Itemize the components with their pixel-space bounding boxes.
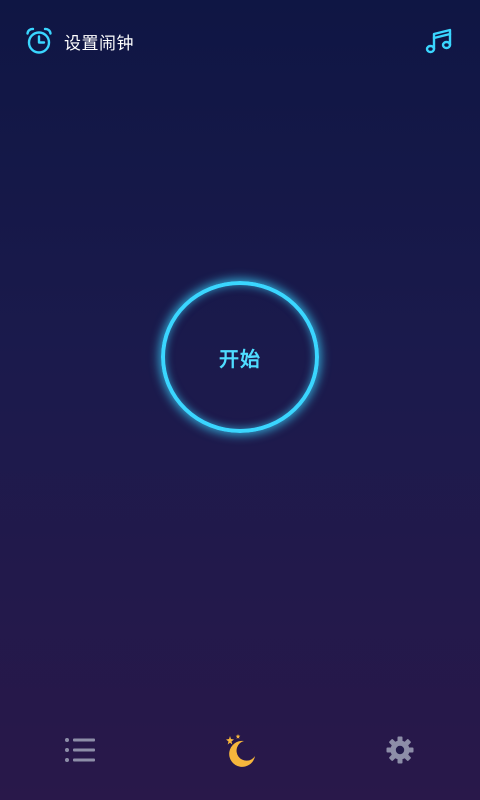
top-bar: 设置闹钟 [0, 0, 480, 80]
set-alarm-label: 设置闹钟 [64, 33, 134, 54]
set-alarm-button[interactable]: 设置闹钟 [24, 26, 134, 56]
gear-icon [385, 735, 415, 769]
nav-list-button[interactable] [60, 732, 100, 772]
start-button-wrapper: 开始 [161, 281, 319, 433]
alarm-clock-icon [24, 26, 54, 56]
start-label: 开始 [219, 346, 261, 371]
nav-sleep-button[interactable] [220, 732, 260, 772]
list-icon [64, 737, 96, 767]
music-button[interactable] [424, 26, 454, 56]
start-button[interactable]: 开始 [161, 281, 319, 433]
music-note-icon [424, 28, 454, 60]
bottom-nav [0, 720, 480, 786]
nav-settings-button[interactable] [380, 732, 420, 772]
moon-stars-icon [222, 732, 258, 772]
